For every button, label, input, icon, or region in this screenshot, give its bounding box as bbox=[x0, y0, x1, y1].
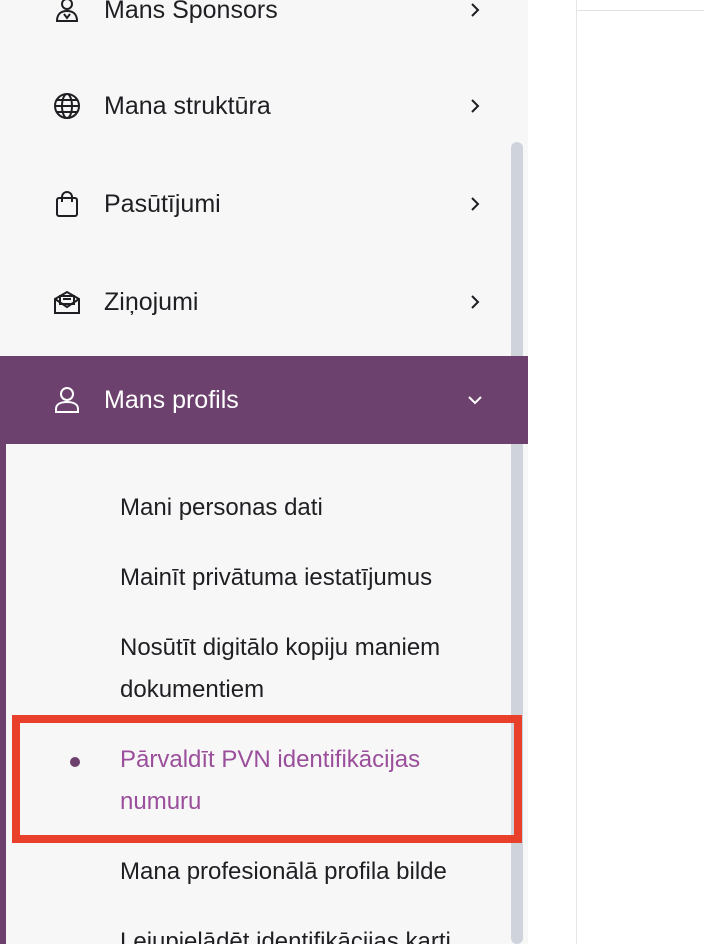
sidebar-item-sponsors[interactable]: Mans Sponsors bbox=[0, 0, 528, 54]
shopping-bag-icon bbox=[52, 189, 82, 219]
user-icon bbox=[52, 385, 82, 415]
sidebar-item-label: Ziņojumi bbox=[104, 287, 199, 316]
chevron-right-icon bbox=[462, 191, 488, 217]
chevron-down-icon bbox=[462, 387, 488, 413]
sidebar-item-messages[interactable]: Ziņojumi bbox=[0, 258, 528, 346]
sidebar-item-label: Pasūtījumi bbox=[104, 189, 221, 218]
chevron-right-icon bbox=[462, 289, 488, 315]
content-panel bbox=[576, 0, 704, 944]
sidebar-nav: Mans Sponsors Mana struktūra Pasūtījumi … bbox=[0, 0, 528, 944]
submenu-item-personal-data[interactable]: Mani personas dati bbox=[120, 487, 500, 529]
submenu-item-download-id-card[interactable]: Lejupielādēt identifikācijas karti bbox=[120, 921, 500, 944]
sidebar-item-label: Mans profils bbox=[104, 385, 239, 414]
chevron-right-icon bbox=[462, 93, 488, 119]
sidebar-item-label: Mana struktūra bbox=[104, 91, 271, 120]
main-content-pane bbox=[528, 0, 704, 944]
sidebar-item-orders[interactable]: Pasūtījumi bbox=[0, 160, 528, 248]
sidebar-item-structure[interactable]: Mana struktūra bbox=[0, 62, 528, 150]
sidebar-item-label: Mans Sponsors bbox=[104, 0, 278, 24]
sidebar-item-profile[interactable]: Mans profils bbox=[0, 356, 528, 444]
content-divider bbox=[577, 10, 704, 11]
message-envelope-icon bbox=[52, 287, 82, 317]
submenu-item-privacy-settings[interactable]: Mainīt privātuma iestatījumus bbox=[120, 557, 500, 599]
current-item-bullet bbox=[70, 757, 80, 767]
submenu-item-send-documents[interactable]: Nosūtīt digitālo kopiju maniem dokumenti… bbox=[120, 627, 500, 711]
submenu-item-profile-photo[interactable]: Mana profesionālā profila bilde bbox=[120, 851, 500, 893]
chevron-right-icon bbox=[462, 0, 488, 23]
submenu-accent-bar bbox=[0, 444, 6, 944]
sponsor-person-icon bbox=[52, 0, 82, 25]
submenu-item-vat-number[interactable]: Pārvaldīt PVN identifikācijas numuru bbox=[120, 739, 500, 823]
globe-icon bbox=[52, 91, 82, 121]
